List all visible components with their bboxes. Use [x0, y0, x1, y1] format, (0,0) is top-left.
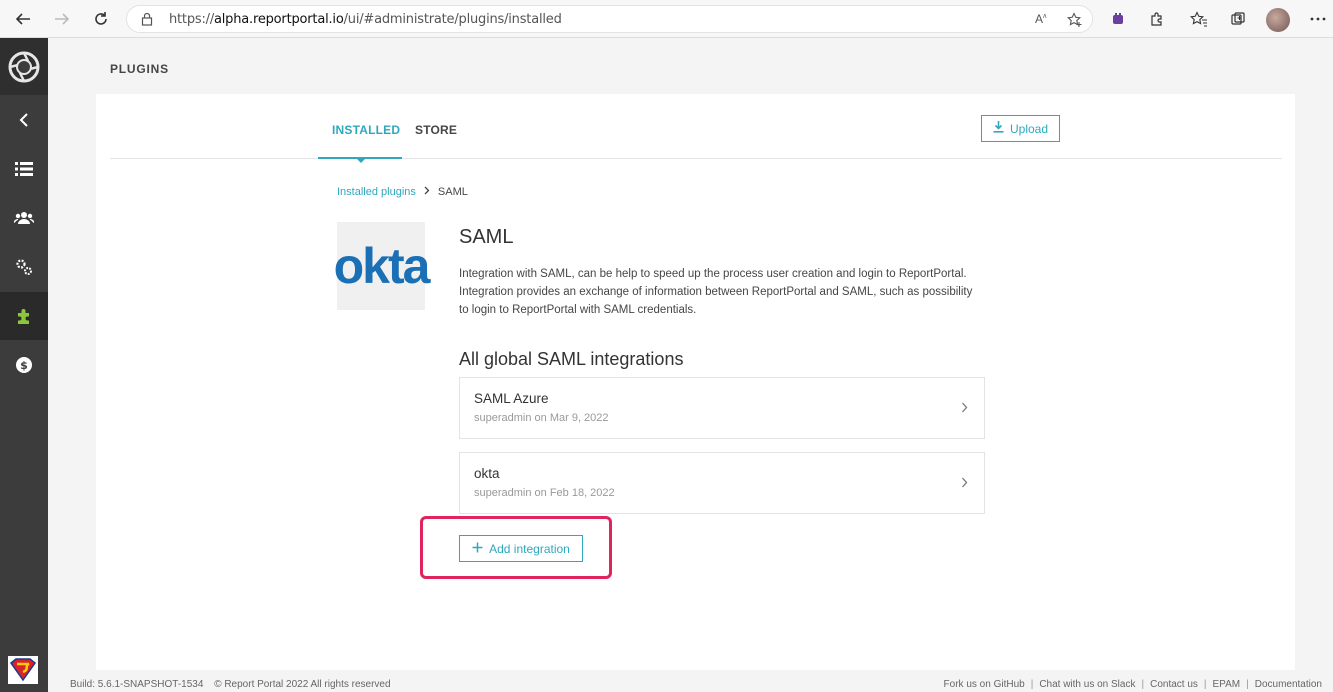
chevron-right-icon	[961, 400, 968, 418]
favorites-icon[interactable]	[1189, 9, 1209, 29]
reportportal-logo[interactable]	[0, 38, 48, 95]
breadcrumb-installed-plugins[interactable]: Installed plugins	[337, 186, 416, 198]
integrations-section-title: All global SAML integrations	[459, 349, 684, 369]
plugin-logo: okta	[334, 222, 430, 310]
footer-info: Build: 5.6.1-SNAPSHOT-1534 © Report Port…	[70, 679, 399, 690]
tab-store[interactable]: STORE	[415, 123, 457, 137]
footer-divider: |	[1203, 679, 1207, 690]
users-icon[interactable]	[0, 194, 48, 242]
upload-label: Upload	[1009, 121, 1049, 136]
projects-list-icon[interactable]	[0, 145, 48, 193]
plugin-description: Integration with SAML, can be help to sp…	[459, 268, 973, 316]
footer-divider: |	[1030, 679, 1034, 690]
plus-icon	[472, 542, 483, 556]
url-path: /ui/#administrate/plugins/installed	[343, 12, 562, 27]
user-avatar-icon[interactable]	[8, 656, 38, 684]
plugin-title: SAML	[459, 226, 514, 248]
more-menu-icon[interactable]	[1308, 9, 1328, 29]
page-title: PLUGINS	[110, 62, 169, 76]
upload-button[interactable]: Upload	[981, 115, 1060, 142]
build-version: Build: 5.6.1-SNAPSHOT-1534	[70, 679, 204, 690]
integration-item[interactable]: okta superadmin on Feb 18, 2022	[459, 452, 985, 514]
footer-divider: |	[1141, 679, 1145, 690]
back-chevron-icon[interactable]	[0, 96, 48, 144]
favorite-add-icon[interactable]	[1066, 12, 1083, 28]
footer-link-contact[interactable]: Contact us	[1150, 679, 1198, 690]
lock-icon	[141, 12, 153, 31]
tabs-divider	[110, 158, 1282, 159]
breadcrumb: Installed plugins SAML	[337, 186, 468, 198]
integration-meta: superadmin on Feb 18, 2022	[474, 487, 615, 499]
profile-avatar[interactable]	[1266, 8, 1290, 32]
integration-item[interactable]: SAML Azure superadmin on Mar 9, 2022	[459, 377, 985, 439]
okta-logo-text: okta	[333, 238, 431, 294]
footer-link-epam[interactable]: EPAM	[1213, 679, 1241, 690]
sidebar: $	[0, 38, 48, 692]
breadcrumb-current: SAML	[437, 186, 468, 198]
refresh-icon[interactable]	[90, 8, 112, 30]
forward-icon[interactable]	[51, 8, 73, 30]
download-icon	[993, 121, 1004, 136]
address-bar[interactable]: https://alpha.reportportal.io/ui/#admini…	[126, 5, 1093, 33]
tab-installed[interactable]: INSTALLED	[332, 123, 400, 137]
url-host: alpha.reportportal.io	[214, 12, 344, 27]
copyright: © Report Portal 2022 All rights reserved	[214, 679, 391, 690]
breadcrumb-separator-icon	[424, 186, 430, 198]
footer-link-documentation[interactable]: Documentation	[1255, 679, 1322, 690]
plugins-puzzle-icon[interactable]	[0, 292, 48, 340]
browser-toolbar: https://alpha.reportportal.io/ui/#admini…	[0, 0, 1333, 38]
footer-links: Fork us on GitHub | Chat with us on Slac…	[944, 679, 1322, 690]
dollar-coin-icon[interactable]: $	[0, 341, 48, 389]
url-text: https://alpha.reportportal.io/ui/#admini…	[169, 12, 562, 27]
add-integration-label: Add integration	[489, 541, 570, 556]
active-tab-notch	[357, 159, 365, 163]
url-prefix: https://	[169, 12, 214, 27]
footer-divider: |	[1246, 679, 1249, 690]
extensions-puzzle-icon[interactable]	[1147, 9, 1167, 29]
chevron-right-icon	[961, 475, 968, 493]
integration-meta: superadmin on Mar 9, 2022	[474, 412, 609, 424]
back-icon[interactable]	[12, 8, 34, 30]
integration-name: SAML Azure	[474, 391, 549, 406]
add-integration-button[interactable]: Add integration	[459, 535, 583, 562]
footer-link-github[interactable]: Fork us on GitHub	[944, 679, 1025, 690]
extension-icon[interactable]	[1108, 9, 1128, 29]
svg-text:$: $	[20, 359, 28, 372]
settings-gears-icon[interactable]	[0, 243, 48, 291]
footer-link-slack[interactable]: Chat with us on Slack	[1039, 679, 1135, 690]
collections-icon[interactable]	[1228, 9, 1248, 29]
read-aloud-icon[interactable]: Aʌ	[1035, 12, 1051, 28]
integration-name: okta	[474, 466, 500, 481]
